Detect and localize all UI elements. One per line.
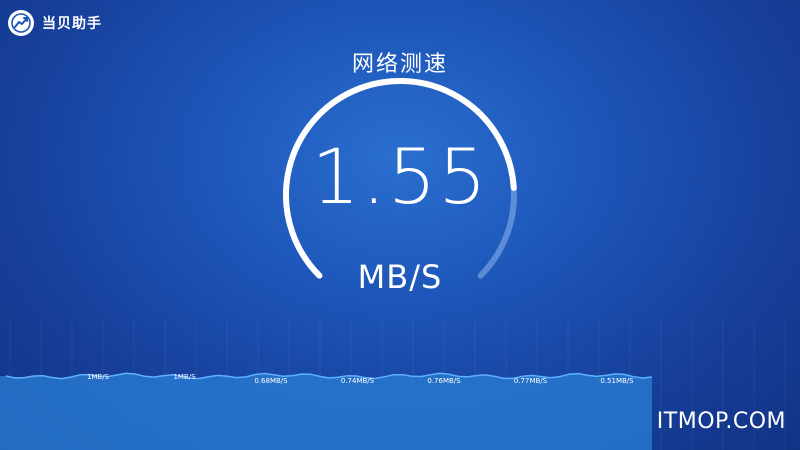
speed-value: 1.55 [311, 132, 489, 221]
chart-label: 1MB/S [173, 373, 196, 381]
speed-unit: MB/S [357, 258, 443, 296]
page-title: 网络测速 [351, 52, 448, 77]
chart-label: 1MB/S [87, 373, 110, 381]
chart-area [0, 373, 652, 450]
chart-label: 0.76MB/S [427, 377, 461, 385]
app-header: 当贝助手 [8, 8, 102, 38]
speedometer-icon [8, 10, 34, 36]
chart-label: 0.51MB/S [600, 377, 634, 385]
chart-label: 0.77MB/S [514, 377, 548, 385]
watermark: ITMOP.COM [656, 409, 786, 434]
chart-label: 0.68MB/S [254, 377, 288, 385]
chart-label: 0.74MB/S [341, 377, 375, 385]
app-name: 当贝助手 [42, 16, 102, 32]
